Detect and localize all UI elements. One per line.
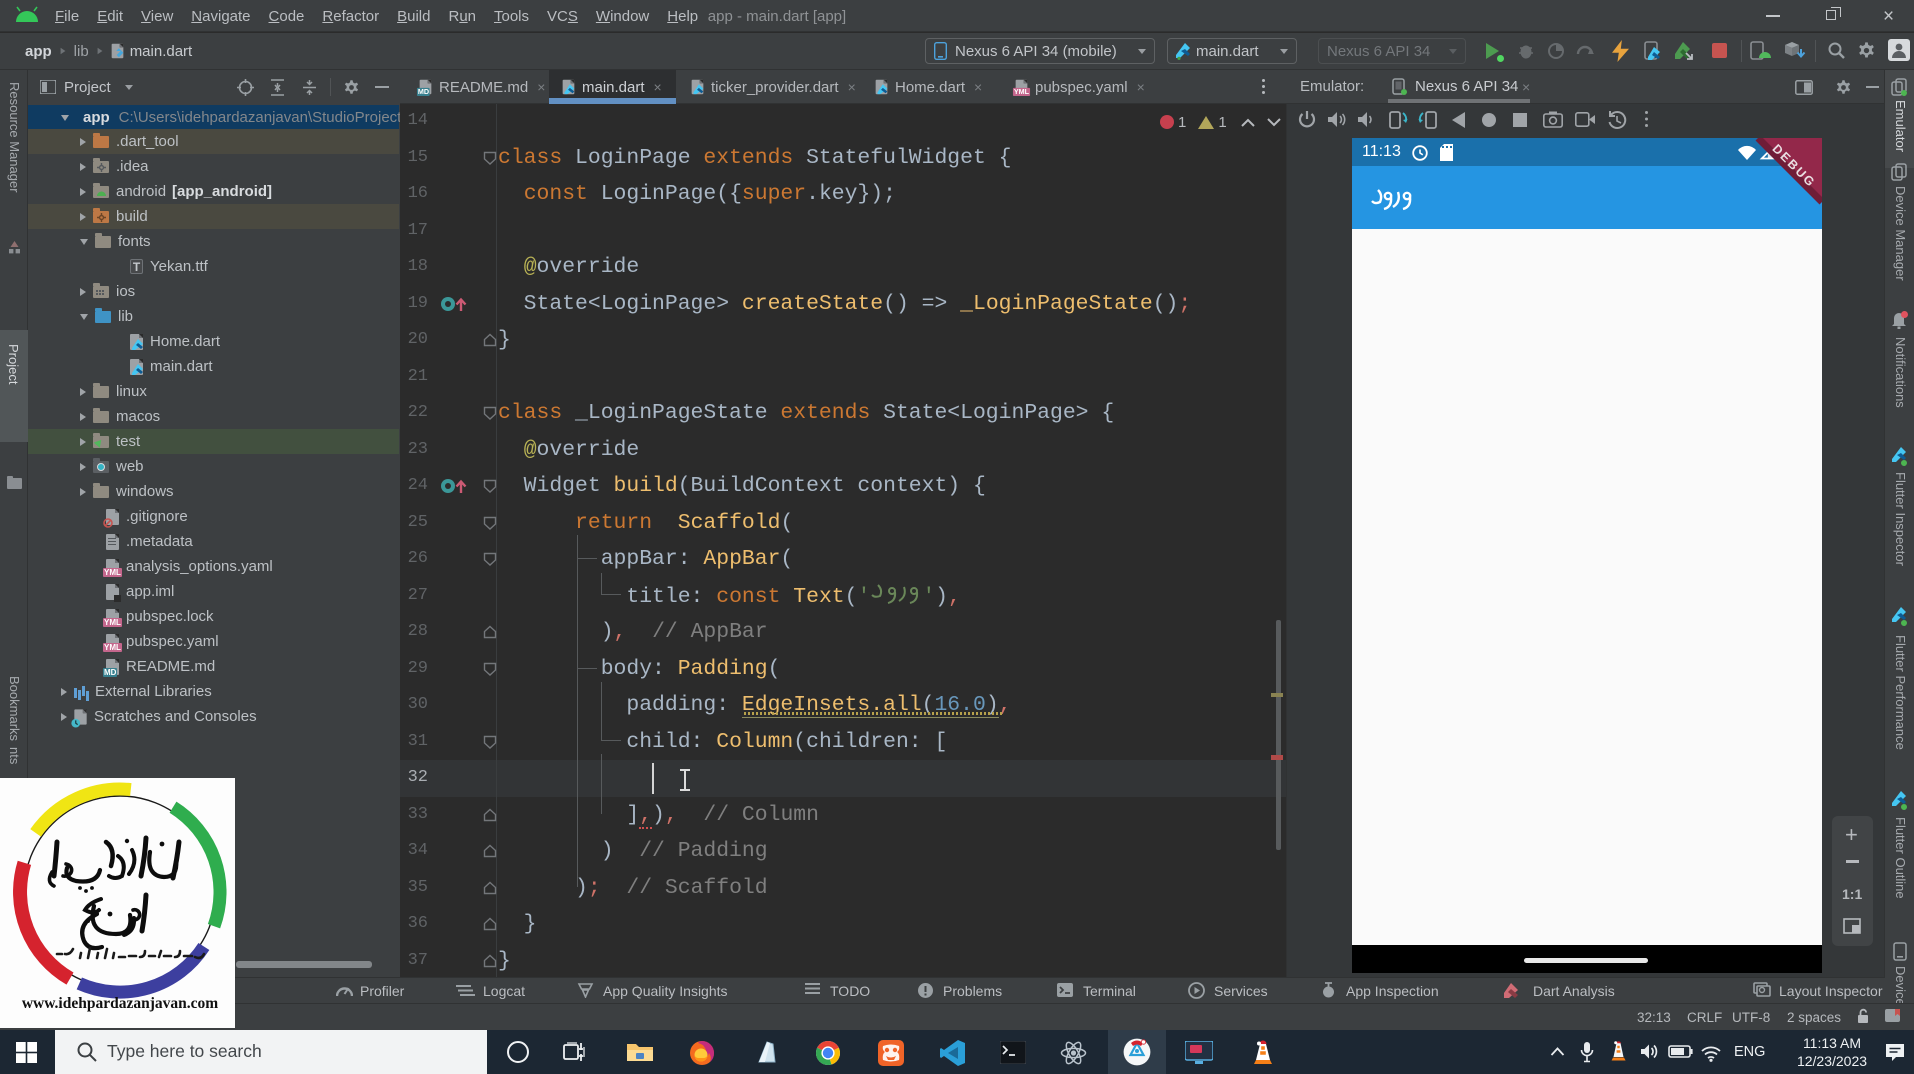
svg-text:www.idehpardazanjavan.com: www.idehpardazanjavan.com — [22, 995, 218, 1012]
